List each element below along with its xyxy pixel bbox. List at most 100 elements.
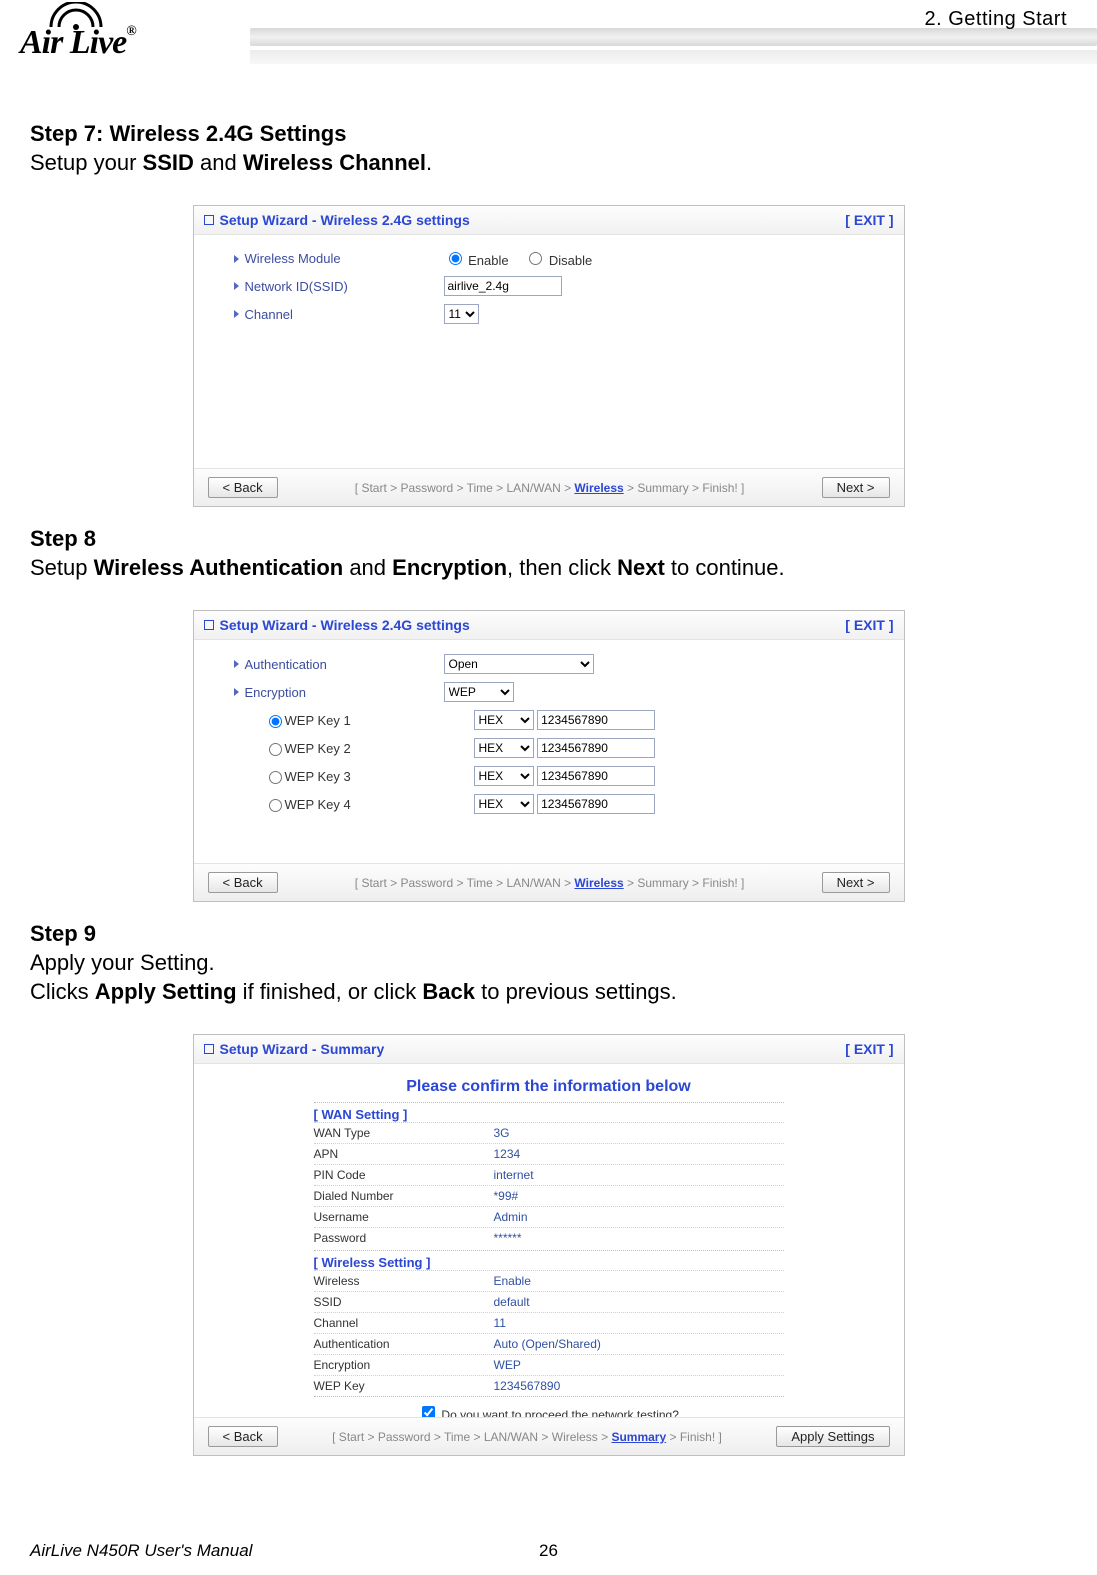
wep-key-1-type[interactable]: HEX [474,710,534,730]
wizard-body: Please confirm the information below [ W… [194,1064,904,1430]
wizard-body: Authentication Open Encryption WEP WEP K… [194,640,904,854]
wep-key-3-input[interactable] [537,766,655,786]
registered-mark: ® [126,24,135,39]
step-7-block: Step 7: Wireless 2.4G Settings Setup you… [30,120,1067,177]
summary-key: APN [314,1147,494,1161]
summary-val: default [494,1295,530,1309]
breadcrumb-post: > Summary > Finish! ] [624,481,745,495]
wep-key-1-label: WEP Key 1 [285,713,351,728]
wan-section-head: [ WAN Setting ] [314,1102,784,1122]
exit-button[interactable]: [ EXIT ] [845,617,893,633]
wizard-title: Setup Wizard - Wireless 2.4G settings [220,212,470,228]
summary-key: Wireless [314,1274,494,1288]
summary-val: Admin [494,1210,528,1224]
wep-key-3-radio[interactable] [269,771,282,784]
wep-key-1-radio[interactable] [269,715,282,728]
breadcrumb-active: Wireless [574,481,623,495]
wizard-body: Wireless Module Enable Disable Network I… [194,235,904,429]
back-button[interactable]: < Back [208,1426,278,1447]
auth-label: Authentication [245,657,327,672]
wizard-title: Setup Wizard - Summary [220,1041,385,1057]
enc-select[interactable]: WEP [444,682,514,702]
wizard-footer: < Back [ Start > Password > Time > LAN/W… [194,1417,904,1455]
back-button[interactable]: < Back [208,872,278,893]
page-footer: AirLive N450R User's Manual 26 [30,1541,1067,1561]
manual-title: AirLive N450R User's Manual [30,1541,252,1561]
summary-val: 1234567890 [494,1379,561,1393]
ssid-label: Network ID(SSID) [245,279,348,294]
wep-key-4-label: WEP Key 4 [285,797,351,812]
channel-select[interactable]: 11 [444,304,479,324]
step-8-block: Step 8 Setup Wireless Authentication and… [30,525,1067,582]
step-8-b3: Next [617,555,665,580]
wep-key-2-radio[interactable] [269,743,282,756]
title-icon [204,620,214,630]
step-7-text-suffix: . [426,150,432,175]
wep-key-2-type[interactable]: HEX [474,738,534,758]
brand-text: Air Live [20,24,126,61]
wep-key-2-label: WEP Key 2 [285,741,351,756]
summary-key: PIN Code [314,1168,494,1182]
wep-key-4-type[interactable]: HEX [474,794,534,814]
breadcrumb: [ Start > Password > Time > LAN/WAN > Wi… [278,481,822,495]
breadcrumb-pre: [ Start > Password > Time > LAN/WAN > Wi… [332,1430,611,1444]
summary-key: SSID [314,1295,494,1309]
summary-key: Encryption [314,1358,494,1372]
bullet-icon [234,282,239,290]
wizard-title-bar: Setup Wizard - Wireless 2.4G settings [ … [194,206,904,235]
auth-select[interactable]: Open [444,654,594,674]
wizard-panel: Setup Wizard - Wireless 2.4G settings [ … [193,610,905,902]
step-7-channel: Wireless Channel [243,150,426,175]
breadcrumb-post: > Finish! ] [666,1430,722,1444]
step-7-text-mid: and [194,150,243,175]
breadcrumb-pre: [ Start > Password > Time > LAN/WAN > [355,481,575,495]
wizard-footer: < Back [ Start > Password > Time > LAN/W… [194,468,904,506]
exit-button[interactable]: [ EXIT ] [845,1041,893,1057]
wep-key-3-label: WEP Key 3 [285,769,351,784]
wep-key-4-radio[interactable] [269,799,282,812]
disable-radio-input[interactable] [529,252,542,265]
chapter-title: 2. Getting Start [924,8,1067,31]
wireless-module-label: Wireless Module [245,251,341,266]
wep-key-4-input[interactable] [537,794,655,814]
summary-key: Username [314,1210,494,1224]
disable-radio[interactable]: Disable [524,253,592,268]
summary-val: *99# [494,1189,519,1203]
exit-button[interactable]: [ EXIT ] [845,212,893,228]
next-button[interactable]: Next > [822,477,890,498]
enable-label: Enable [468,253,508,268]
step-7-text-prefix: Setup your [30,150,143,175]
back-button[interactable]: < Back [208,477,278,498]
step-8-screenshot: Setup Wizard - Wireless 2.4G settings [ … [30,610,1067,902]
step-8-text: to continue. [665,555,785,580]
enable-radio[interactable]: Enable [444,253,509,268]
summary-key: Password [314,1231,494,1245]
step-9-b1: Apply Setting [95,979,237,1004]
apply-settings-button[interactable]: Apply Settings [776,1426,889,1447]
bullet-icon [234,660,239,668]
bullet-icon [234,255,239,263]
wep-key-1-input[interactable] [537,710,655,730]
brand-logo: Air Live® [20,4,250,74]
summary-key: Authentication [314,1337,494,1351]
summary-val: ****** [494,1231,522,1245]
wizard-footer: < Back [ Start > Password > Time > LAN/W… [194,863,904,901]
wizard-panel: Setup Wizard - Summary [ EXIT ] Please c… [193,1034,905,1456]
step-9-title: Step 9 [30,921,96,946]
step-7-title: Step 7: Wireless 2.4G Settings [30,121,346,146]
breadcrumb-active: Summary [611,1430,666,1444]
step-8-b2: Encryption [392,555,507,580]
enable-radio-input[interactable] [449,252,462,265]
step-8-text: Setup [30,555,94,580]
wizard-title: Setup Wizard - Wireless 2.4G settings [220,617,470,633]
next-button[interactable]: Next > [822,872,890,893]
title-icon [204,1044,214,1054]
disable-label: Disable [549,253,592,268]
ssid-input[interactable] [444,276,562,296]
breadcrumb: [ Start > Password > Time > LAN/WAN > Wi… [278,876,822,890]
wep-key-2-input[interactable] [537,738,655,758]
step-8-text: , then click [507,555,617,580]
wep-key-3-type[interactable]: HEX [474,766,534,786]
wizard-title-bar: Setup Wizard - Wireless 2.4G settings [ … [194,611,904,640]
wizard-title-bar: Setup Wizard - Summary [ EXIT ] [194,1035,904,1064]
